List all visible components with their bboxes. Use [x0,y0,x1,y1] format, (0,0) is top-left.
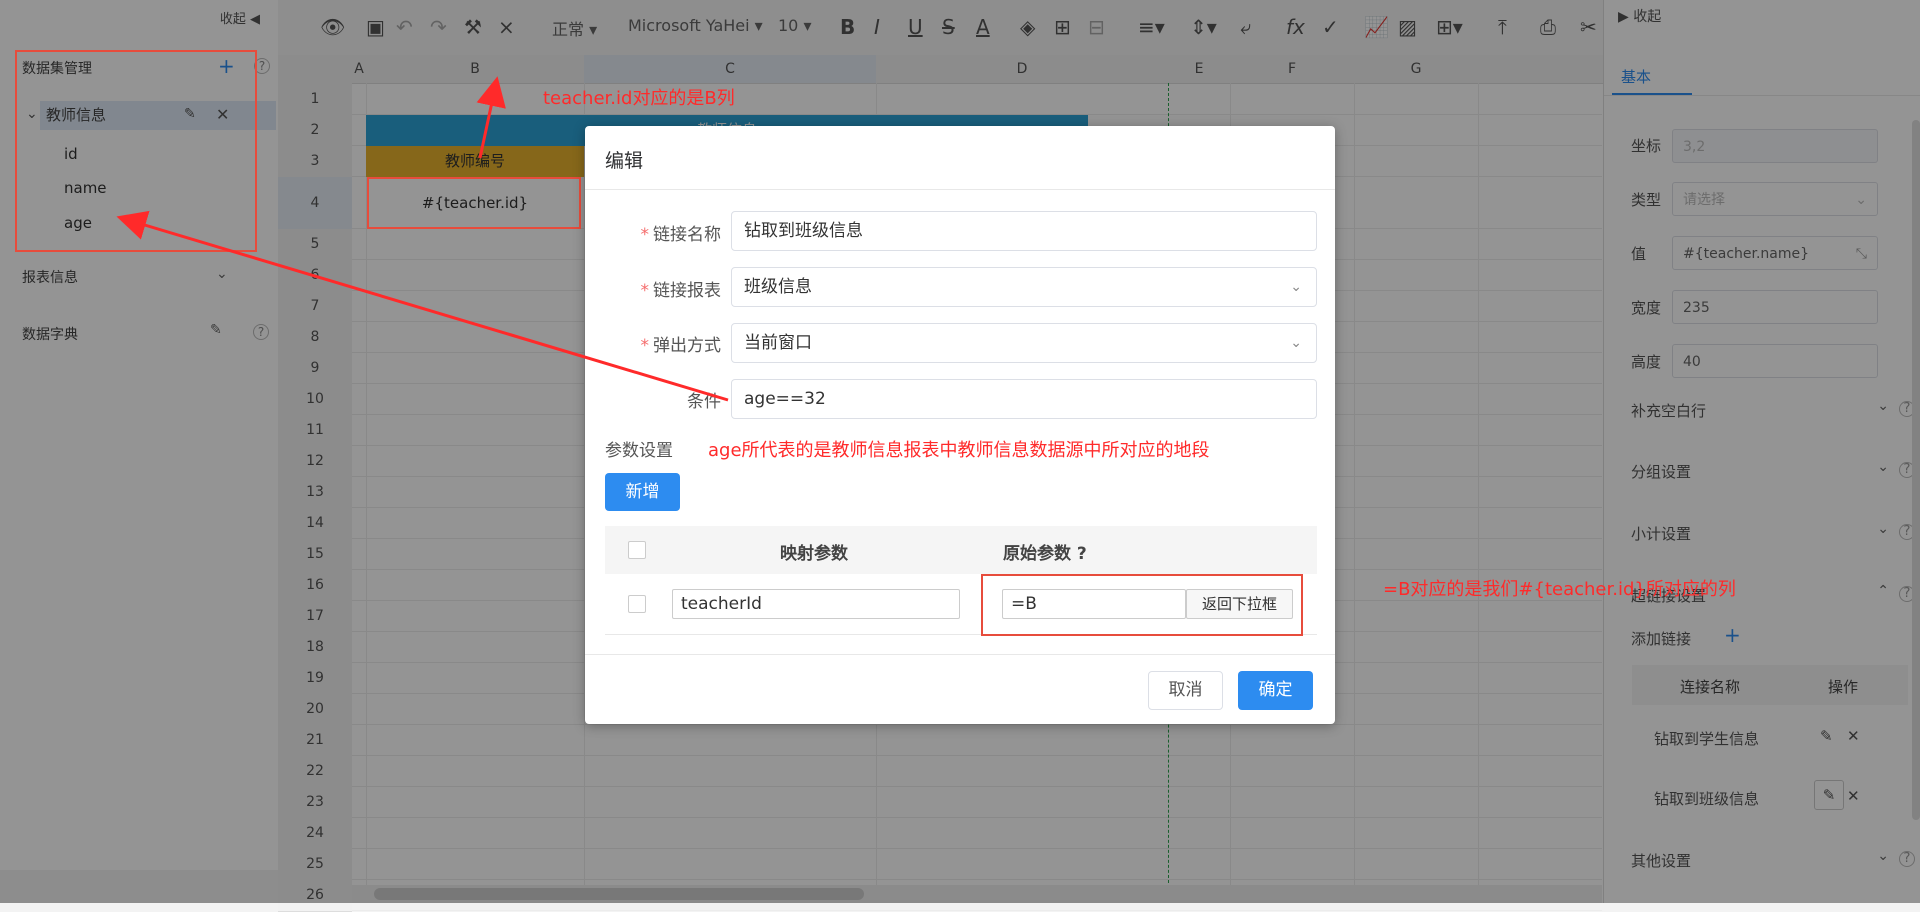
gridline [352,910,1602,911]
arrow-to-age-field [116,210,729,402]
annotation-arrows [116,76,729,402]
arrow-to-teacher-id [476,76,506,159]
